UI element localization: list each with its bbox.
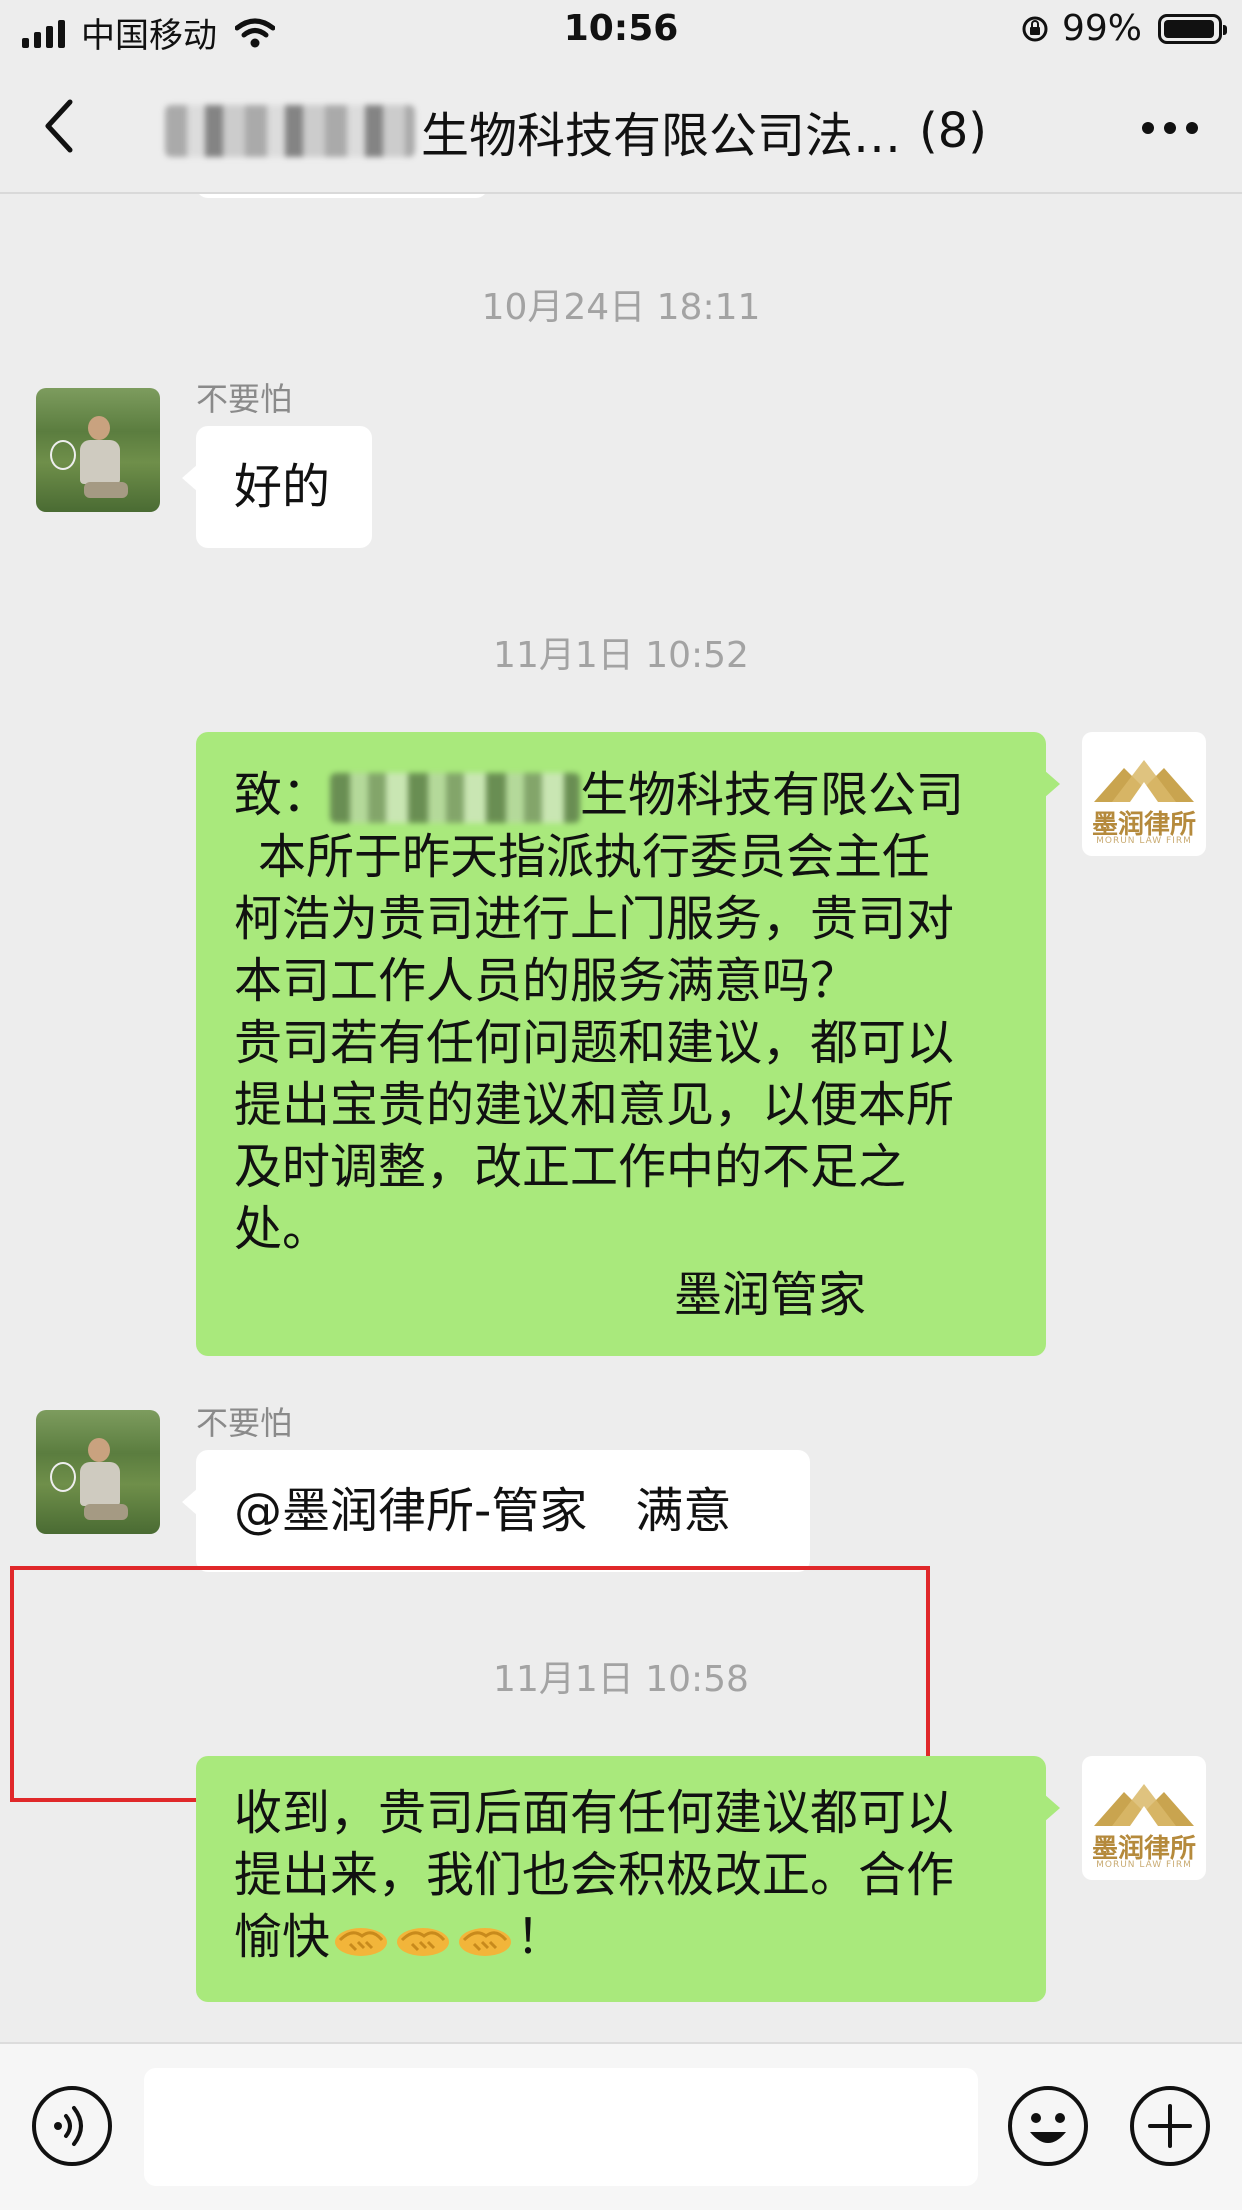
- avatar[interactable]: [36, 388, 160, 512]
- redacted-name: [165, 105, 415, 157]
- timestamp: 11月1日 10:52: [493, 635, 749, 676]
- message-list[interactable]: 10月24日 18:11 不要怕 好的 11月1日 10:52 致： 生物科技有限…: [0, 194, 1242, 2042]
- handshake-icon: [335, 1928, 388, 1956]
- message-text: @墨润律所-管家 满意: [234, 1483, 732, 1539]
- add-attachment-icon[interactable]: [1128, 2084, 1212, 2168]
- sender-name: 不要怕: [196, 380, 293, 418]
- handshake-icon: [459, 1928, 512, 1956]
- timestamp: 10月24日 18:11: [481, 287, 761, 328]
- handshake-icon: [397, 1928, 450, 1956]
- logo-subtext: MORUN LAW FIRM: [1096, 1860, 1192, 1870]
- message-line: 及时调整，改正工作中的不足之: [234, 1139, 907, 1195]
- message-signature: 墨润管家: [674, 1267, 867, 1323]
- more-options-icon[interactable]: [1142, 122, 1198, 134]
- voice-input-icon[interactable]: [30, 2084, 114, 2168]
- sender-name: 不要怕: [196, 1404, 293, 1442]
- avatar[interactable]: 墨润律所 MORUN LAW FIRM: [1082, 1756, 1206, 1880]
- back-arrow-icon[interactable]: [40, 96, 80, 156]
- message-line: 收到，贵司后面有任何建议都可以: [234, 1785, 955, 1841]
- chat-title: 生物科技有限公司法… (8): [165, 96, 987, 166]
- logo-subtext: MORUN LAW FIRM: [1096, 836, 1192, 846]
- status-right: 99%: [1020, 8, 1227, 49]
- redacted-name: [330, 773, 581, 823]
- message-input[interactable]: [144, 2068, 978, 2186]
- status-bar: 中国移动 10:56 99%: [0, 0, 1242, 62]
- message-line: 提出来，我们也会积极改正。合作: [234, 1847, 955, 1903]
- message-text: 好的: [234, 459, 331, 515]
- outgoing-message-bubble[interactable]: 致： 生物科技有限公司 本所于昨天指派执行委员会主任 柯浩为贵司进行上门服务，贵司…: [196, 732, 1060, 1356]
- message-line: 处。: [234, 1201, 331, 1257]
- timestamp: 11月1日 10:58: [493, 1659, 749, 1700]
- chat-header: 生物科技有限公司法… (8): [0, 62, 1242, 194]
- outgoing-message-bubble[interactable]: 收到，贵司后面有任何建议都可以 提出来，我们也会积极改正。合作 愉快！: [196, 1756, 1060, 2002]
- previous-message-bubble: [196, 194, 488, 198]
- message-line: 愉快！: [234, 1909, 565, 1965]
- member-count: (8): [919, 103, 988, 159]
- incoming-message-bubble[interactable]: @墨润律所-管家 满意: [182, 1450, 810, 1572]
- rotation-lock-icon: [1022, 16, 1048, 41]
- emoji-icon[interactable]: [1006, 2084, 1090, 2168]
- battery-percent: 99%: [1061, 8, 1142, 49]
- message-line: 柯浩为贵司进行上门服务，贵司对: [234, 891, 955, 947]
- chat-title-text: 生物科技有限公司法…: [421, 108, 902, 164]
- avatar[interactable]: 墨润律所 MORUN LAW FIRM: [1082, 732, 1206, 856]
- message-line: 本所于昨天指派执行委员会主任: [258, 829, 931, 885]
- incoming-message-bubble[interactable]: 好的: [182, 426, 372, 548]
- law-firm-logo-icon: [1094, 760, 1194, 802]
- message-line: 贵司若有任何问题和建议，都可以: [234, 1015, 955, 1071]
- input-bar: [0, 2042, 1242, 2210]
- avatar[interactable]: [36, 1410, 160, 1534]
- message-line: 致： 生物科技有限公司: [234, 767, 965, 823]
- law-firm-logo-icon: [1094, 1784, 1194, 1826]
- message-line: 提出宝贵的建议和意见，以便本所: [234, 1077, 955, 1133]
- battery-icon: [1158, 13, 1227, 44]
- message-line: 本司工作人员的服务满意吗？: [234, 953, 859, 1009]
